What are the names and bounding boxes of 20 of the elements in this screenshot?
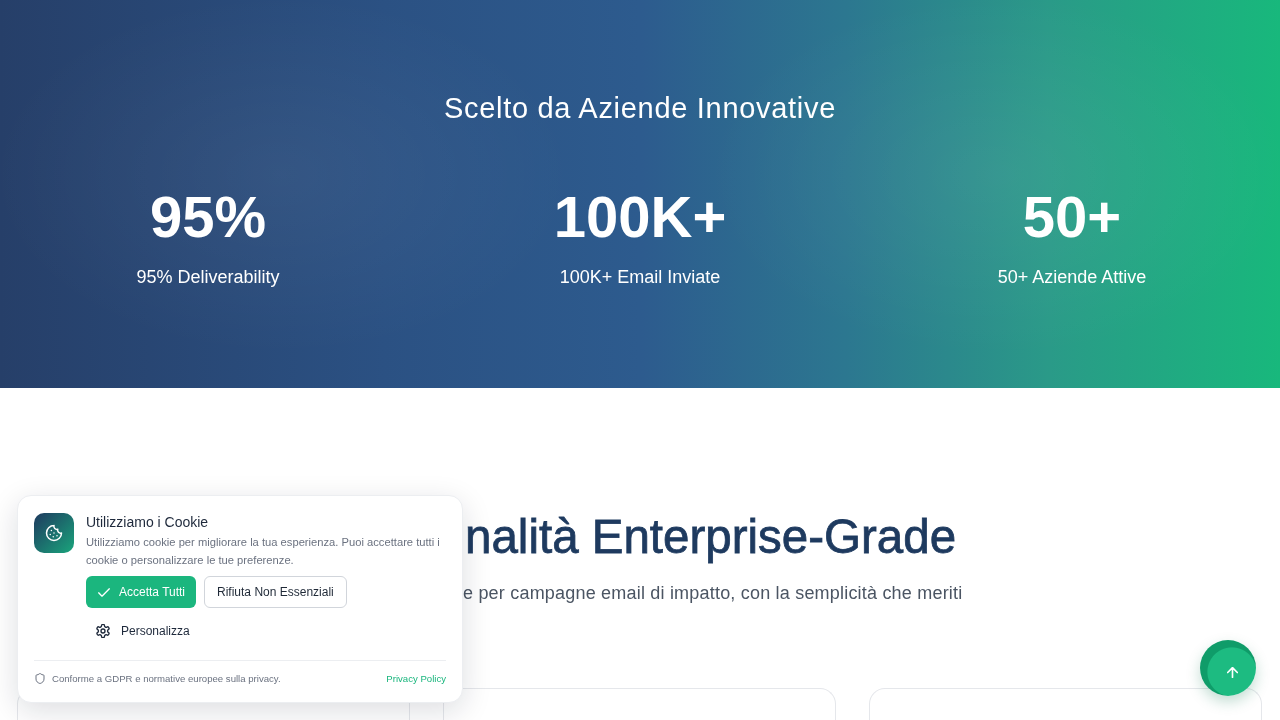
section-title: Scelto da Aziende Innovative: [444, 91, 836, 126]
stat-label: 95% Deliverability: [136, 266, 280, 289]
check-icon: [98, 587, 110, 597]
cookie-title: Utilizziamo i Cookie: [86, 513, 210, 531]
cookie-icon: [34, 513, 74, 553]
reject-button[interactable]: Rifiuta Non Essenziali: [204, 576, 347, 608]
arrow-up-icon: [1226, 666, 1238, 678]
customize-button[interactable]: Personalizza: [86, 616, 200, 646]
settings-icon: [96, 624, 110, 638]
stat-value: 50+: [1022, 185, 1122, 249]
stat-label: 100K+ Email Inviate: [559, 266, 721, 289]
section-heading: nalità Enterprise-Grade: [465, 509, 957, 565]
scroll-to-top-button[interactable]: [1200, 640, 1256, 696]
cookie-message: Utilizziamo cookie per migliorare la tua esperienza. Puoi accettare tutti i cookie o personalizzare le tue preferenze.: [86, 535, 441, 568]
stat-value: 95%: [149, 185, 267, 249]
stat-label: 50+ Aziende Attive: [997, 266, 1147, 289]
stat-value: 100K+: [553, 185, 727, 249]
shield-icon: [35, 672, 45, 684]
section-subtitle: e per campagne email di impatto, con la semplicità che meriti: [463, 582, 963, 605]
compliance-note: Conforme a GDPR e normative europee sulla privacy.: [52, 672, 281, 684]
